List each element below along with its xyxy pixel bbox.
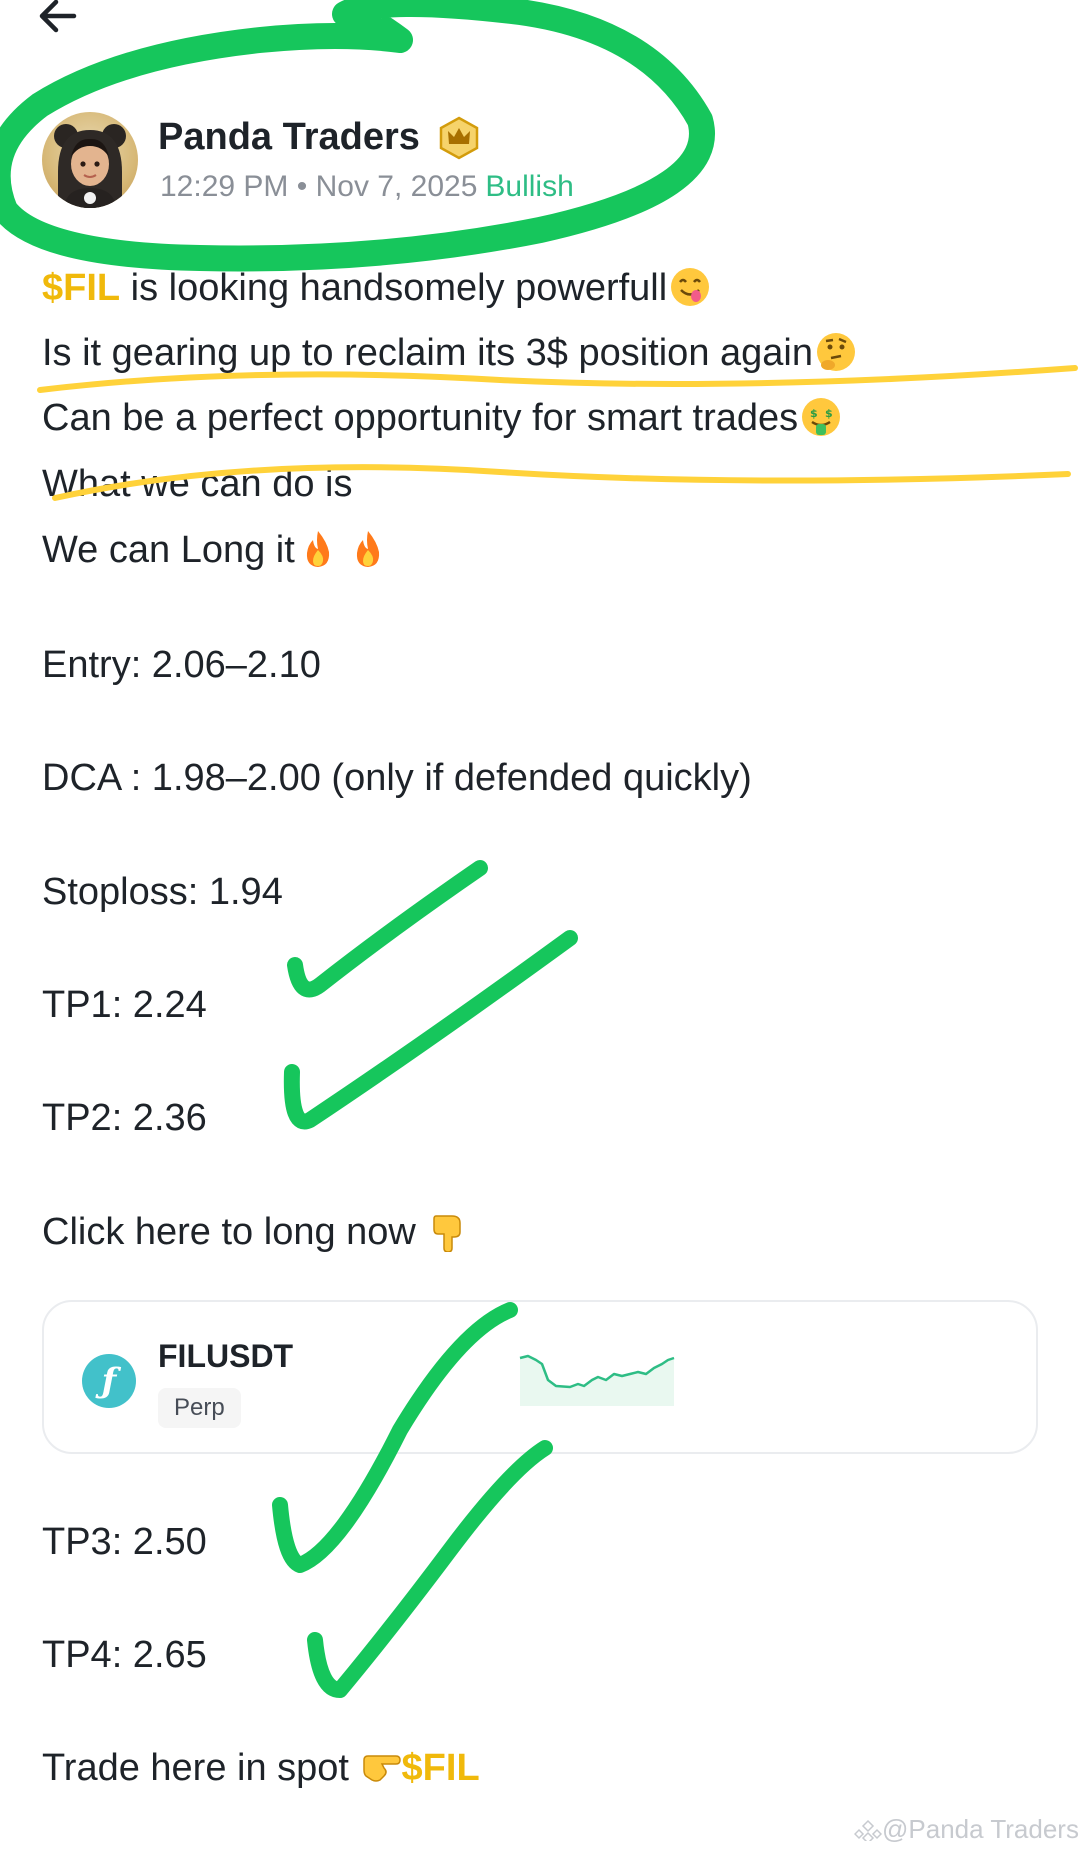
pointing-right-icon [362,1755,401,1782]
trading-pair-card[interactable]: ƒ FILUSDT Perp [42,1300,1038,1454]
tp4-line: TP4: 2.65 [42,1634,207,1676]
arrow-left-icon [39,0,77,33]
panda-avatar-icon [54,124,126,208]
green-check-mark [287,860,488,998]
post-line-1: $FIL is looking handsomely powerfull [42,266,711,310]
green-check-mark [307,1440,553,1698]
svg-text:$: $ [825,407,833,420]
post-line-text: Can be a perfect opportunity for smart t… [42,397,799,439]
thinking-face-icon [816,333,855,371]
post-author: Panda Traders 12:29 PM • Nov 7, 2025 Bull… [42,112,742,212]
dca-line: DCA : 1.98–2.00 (only if defended quickl… [42,757,752,799]
post-time: 12:29 PM [160,170,289,203]
watermark: @Panda Traders [853,1814,1079,1845]
price-sparkline [519,1354,675,1406]
yum-face-icon [671,268,710,306]
spot-text: Trade here in spot [42,1747,360,1789]
post-line-2: Is it gearing up to reclaim its 3$ posit… [42,331,857,375]
fire-icon [306,531,329,567]
tp3-line: TP3: 2.50 [42,1521,207,1563]
fire-icon [356,531,379,567]
tp2-line: TP2: 2.36 [42,1097,207,1139]
filecoin-icon: ƒ [82,1354,136,1408]
avatar[interactable] [42,112,138,208]
money-mouth-face-icon: $ $ [802,398,841,436]
contract-type-badge: Perp [158,1388,241,1428]
post-line-5: We can Long it [42,528,389,572]
tp1-line: TP1: 2.24 [42,984,207,1026]
pair-symbol: FILUSDT [158,1338,294,1374]
fil-cashtag[interactable]: $FIL [402,1747,480,1789]
meta-separator: • [296,170,308,203]
green-check-mark [283,930,578,1130]
stoploss-line: Stoploss: 1.94 [42,871,283,913]
back-button[interactable] [36,0,96,38]
post-line-4: What we can do is [42,463,353,505]
cta-line: Click here to long now [42,1210,470,1254]
binance-logo-icon [853,1819,883,1845]
fil-cashtag[interactable]: $FIL [42,267,120,309]
svg-text:$: $ [810,407,818,420]
sentiment-tag: Bullish [485,170,574,203]
watermark-text: @Panda Traders [882,1814,1079,1844]
post-line-3: Can be a perfect opportunity for smart t… [42,396,842,440]
post-meta: 12:29 PM • Nov 7, 2025 Bullish [160,170,574,204]
post-line-text: is looking handsomely powerfull [120,267,668,309]
entry-line: Entry: 2.06–2.10 [42,644,321,686]
post-line-text: We can Long it [42,529,295,571]
cta-text: Click here to long now [42,1211,427,1253]
crown-icon [438,116,480,160]
post-line-text: Is it gearing up to reclaim its 3$ posit… [42,332,813,374]
post-date: Nov 7, 2025 [315,170,478,203]
spot-line: Trade here in spot $FIL [42,1746,480,1790]
pointing-down-icon [433,1215,462,1252]
author-name[interactable]: Panda Traders [158,116,420,159]
